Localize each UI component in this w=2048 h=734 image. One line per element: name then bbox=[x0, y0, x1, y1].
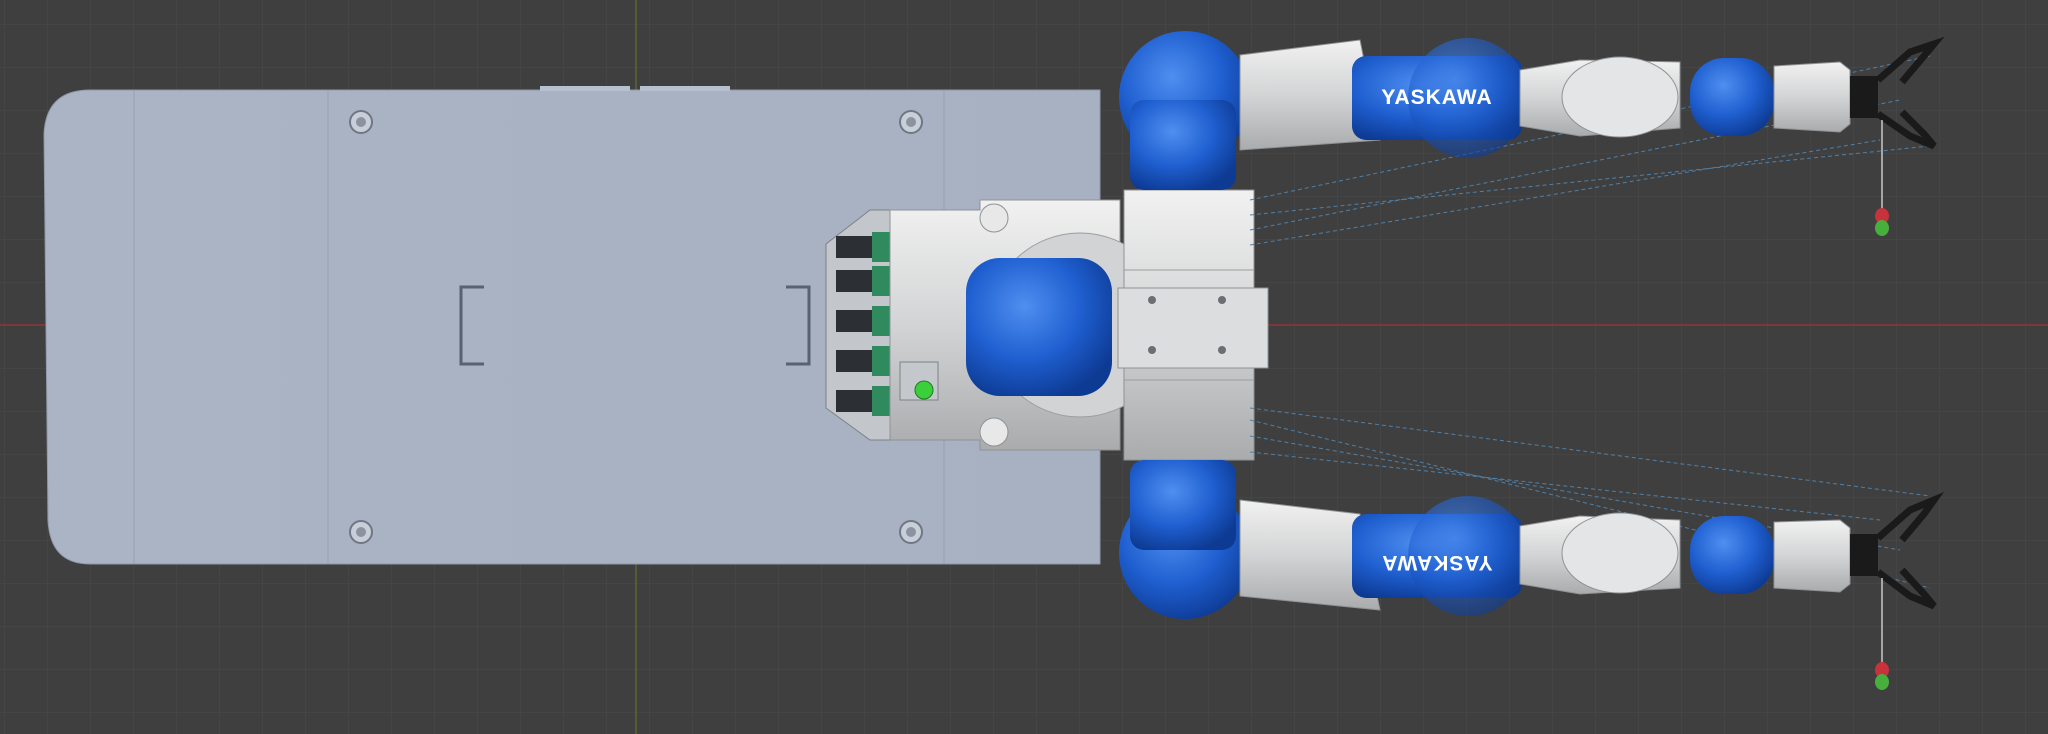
brand-label-overlay: YASKAWA bbox=[1381, 86, 1492, 109]
scene-canvas[interactable]: YASKAWA YASKAWA YASKAWA bbox=[0, 0, 2048, 734]
wrist-joint[interactable] bbox=[1690, 58, 1774, 136]
3d-viewport[interactable]: YASKAWA YASKAWA YASKAWA bbox=[0, 0, 2048, 734]
torso-rotation-joint[interactable] bbox=[966, 258, 1112, 396]
robot-torso[interactable] bbox=[889, 189, 1269, 461]
wrist-joint-lower[interactable] bbox=[1690, 516, 1774, 594]
status-indicator-icon bbox=[914, 380, 934, 400]
brand-label-lower: YASKAWA bbox=[1381, 551, 1492, 574]
